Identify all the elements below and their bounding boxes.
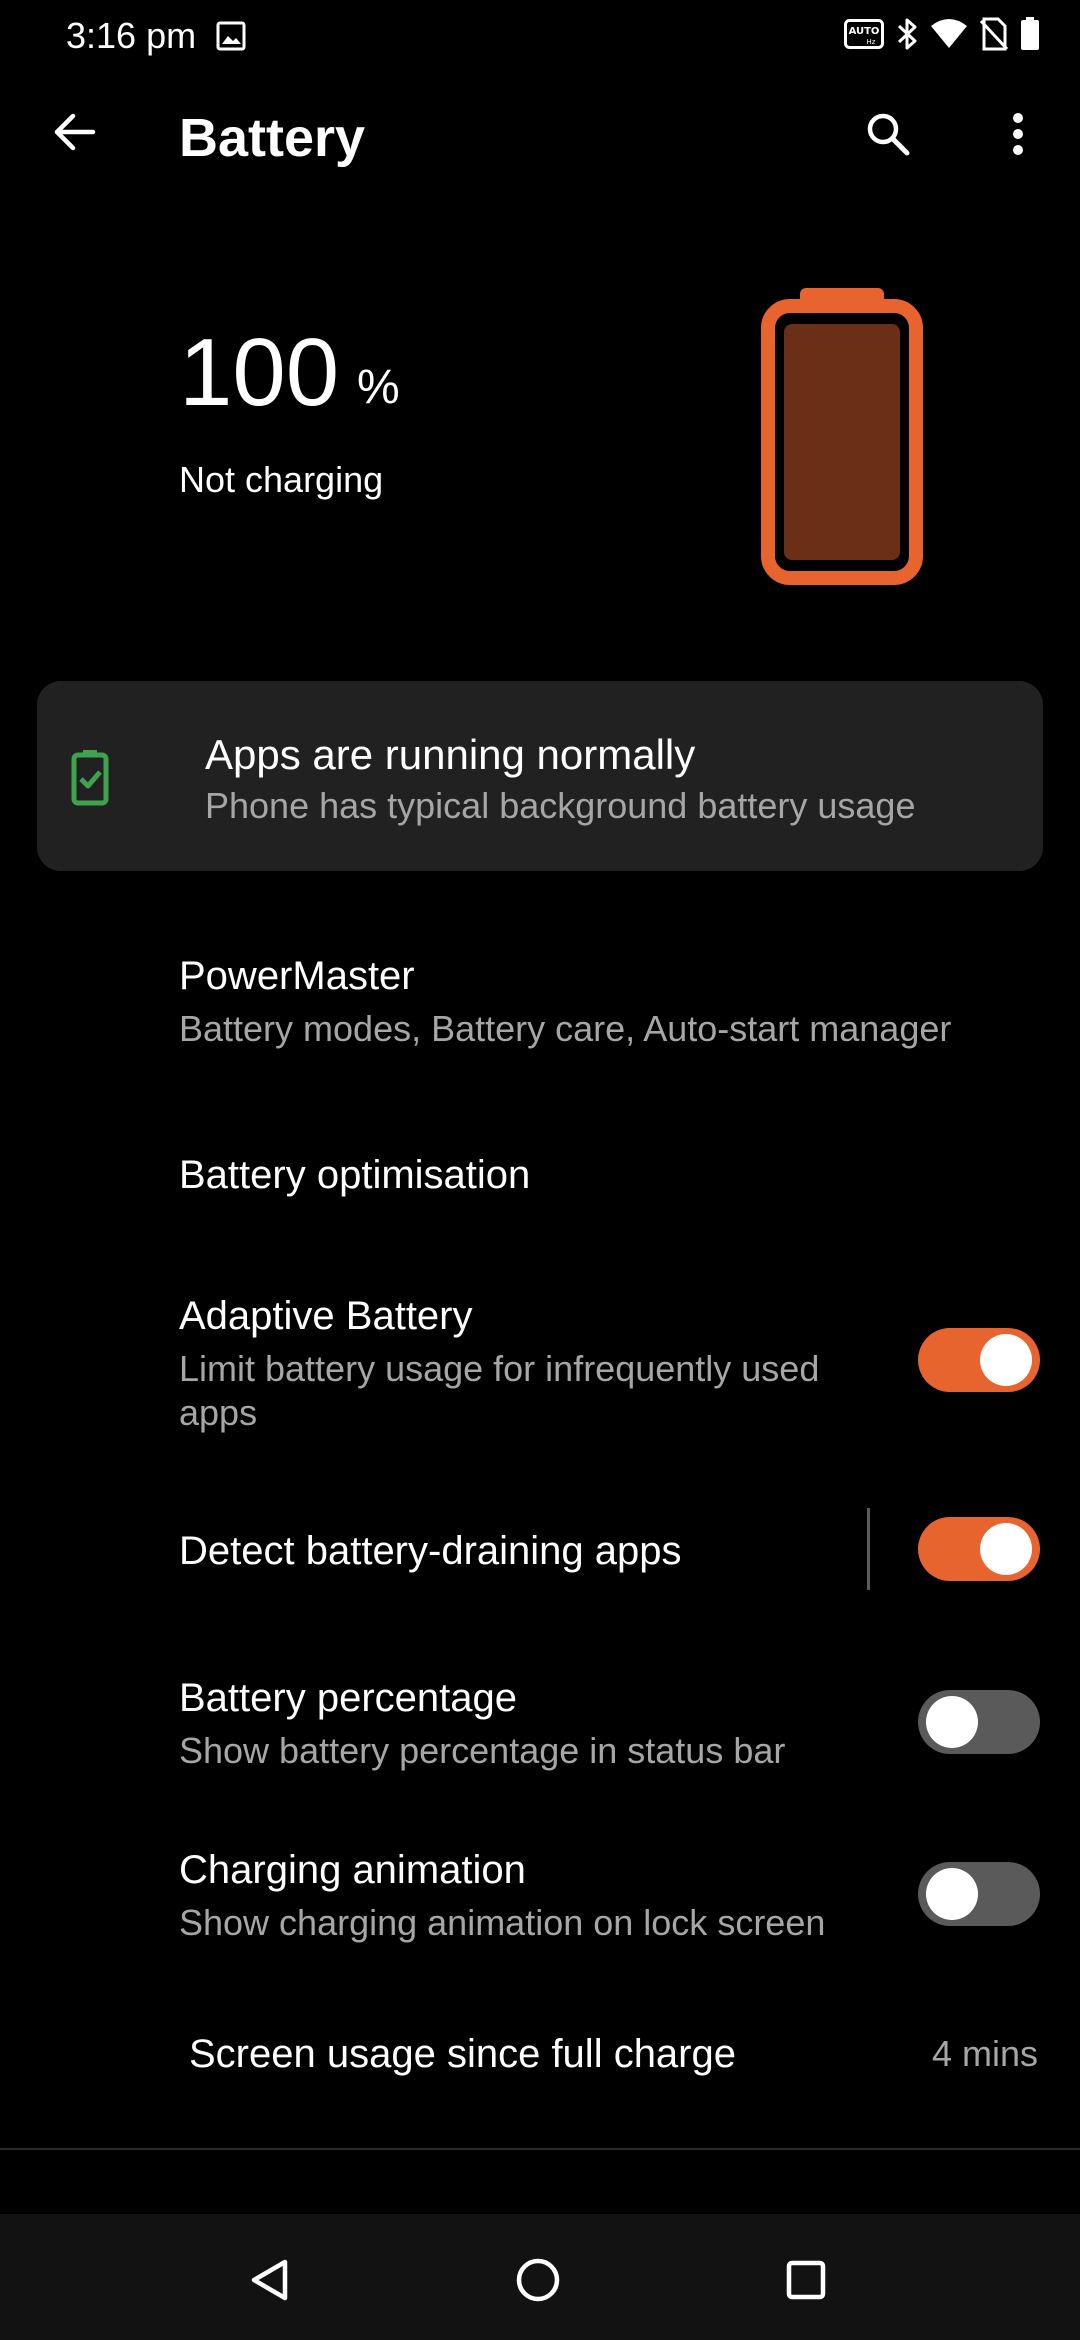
more-options-button[interactable] xyxy=(982,100,1054,172)
battery-illustration xyxy=(760,284,924,586)
screen-usage-value: 4 mins xyxy=(931,2033,1038,2074)
arrow-back-icon xyxy=(51,109,97,160)
auto-hz-icon: AUTO Hz xyxy=(844,19,884,49)
search-button[interactable] xyxy=(852,100,924,172)
battery-fill xyxy=(784,324,900,560)
pref-percentage-summary: Show battery percentage in status bar xyxy=(179,1730,786,1771)
tip-title: Apps are running normally xyxy=(205,731,696,778)
pref-detect-title: Detect battery-draining apps xyxy=(179,1529,682,1573)
pref-powermaster-title: PowerMaster xyxy=(179,954,415,998)
nav-home-button[interactable] xyxy=(498,2242,578,2322)
battery-full-icon xyxy=(1020,17,1040,51)
adaptive-battery-switch[interactable] xyxy=(918,1328,1040,1392)
pref-animation-summary: Show charging animation on lock screen xyxy=(179,1902,826,1943)
nav-back-button[interactable] xyxy=(230,2242,310,2322)
back-button[interactable] xyxy=(40,100,108,168)
pref-percentage-title: Battery percentage xyxy=(179,1676,517,1720)
pref-divider xyxy=(867,1508,870,1590)
status-time: 3:16 pm xyxy=(66,15,197,56)
screen-usage-label: Screen usage since full charge xyxy=(189,2032,736,2076)
charging-status: Not charging xyxy=(179,459,384,500)
pref-adaptive-summary-line1: Limit battery usage for infrequently use… xyxy=(179,1348,820,1389)
pref-powermaster[interactable] xyxy=(0,930,1080,1076)
search-icon xyxy=(864,110,912,163)
tip-summary: Phone has typical background battery usa… xyxy=(205,785,916,826)
battery-check-icon xyxy=(70,748,110,806)
switch-knob xyxy=(926,1696,978,1748)
detect-draining-apps-switch[interactable] xyxy=(918,1517,1040,1581)
pref-powermaster-summary: Battery modes, Battery care, Auto-start … xyxy=(179,1008,952,1049)
battery-level: 100 xyxy=(179,319,340,426)
wifi-icon xyxy=(930,18,968,50)
nav-back-icon xyxy=(247,2257,293,2308)
pref-adaptive-summary-line2: apps xyxy=(179,1392,258,1433)
charging-animation-switch[interactable] xyxy=(918,1862,1040,1926)
more-vert-icon xyxy=(1010,111,1026,162)
no-sim-icon xyxy=(980,17,1008,51)
pref-adaptive-title: Adaptive Battery xyxy=(179,1294,473,1338)
battery-level-unit: % xyxy=(357,361,400,414)
nav-recents-button[interactable] xyxy=(766,2242,846,2322)
switch-knob xyxy=(980,1523,1032,1575)
section-divider xyxy=(0,2148,1080,2150)
svg-text:AUTO: AUTO xyxy=(849,26,880,37)
bluetooth-icon xyxy=(896,17,918,51)
status-icons: AUTO Hz xyxy=(844,14,1040,54)
svg-text:Hz: Hz xyxy=(867,38,876,46)
switch-knob xyxy=(980,1334,1032,1386)
gallery-icon xyxy=(215,20,247,52)
nav-home-icon xyxy=(514,2256,562,2309)
pref-optimisation-title: Battery optimisation xyxy=(179,1153,531,1197)
switch-knob xyxy=(926,1868,978,1920)
pref-animation-title: Charging animation xyxy=(179,1848,526,1892)
page-title: Battery xyxy=(179,108,366,168)
nav-recents-icon xyxy=(785,2259,827,2306)
pref-battery-optimisation[interactable] xyxy=(0,1120,1080,1232)
battery-percentage-switch[interactable] xyxy=(918,1690,1040,1754)
